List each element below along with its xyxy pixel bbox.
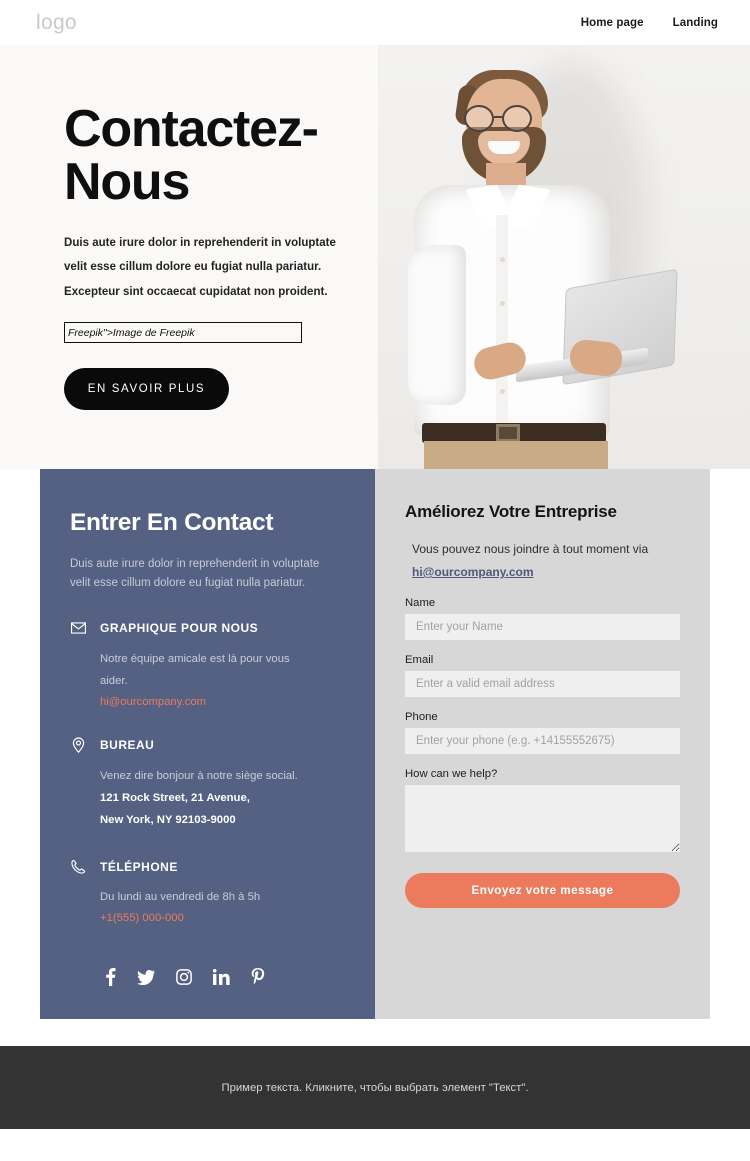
contact-block-header: BUREAU <box>70 737 342 754</box>
send-message-button[interactable]: Envoyez votre message <box>405 873 680 908</box>
field-message: How can we help? <box>405 768 680 857</box>
contact-block-body: Venez dire bonjour à notre siège social.… <box>100 765 342 831</box>
pinterest-icon[interactable] <box>251 968 265 986</box>
phone-input[interactable] <box>405 728 680 754</box>
footer-spacer <box>0 1019 750 1046</box>
hero-description: Duis aute irure dolor in reprehenderit i… <box>64 231 400 304</box>
form-title: Améliorez Votre Entreprise <box>405 502 617 521</box>
site-header: logo Home page Landing <box>0 0 750 45</box>
contact-text-line: Du lundi au vendredi de 8h à 5h <box>100 891 261 904</box>
nav-item-landing[interactable]: Landing <box>673 17 718 29</box>
form-intro-text: Vous pouvez nous joindre à tout moment v… <box>412 542 649 556</box>
page-root: logo Home page Landing Contactez-Nous Du… <box>0 0 750 1161</box>
field-email-label: Email <box>405 654 434 666</box>
contact-block-body: Notre équipe amicale est là pour vous ai… <box>100 648 342 710</box>
field-phone-label: Phone <box>405 711 438 723</box>
learn-more-button[interactable]: EN SAVOIR PLUS <box>64 368 229 411</box>
twitter-icon[interactable] <box>137 969 155 985</box>
image-credit-text: Freepik">Image de Freepik <box>68 326 195 339</box>
linkedin-icon[interactable] <box>213 969 230 985</box>
footer-text[interactable]: Пример текста. Кликните, чтобы выбрать э… <box>221 1082 528 1094</box>
contact-block-phone: TÉLÉPHONE Du lundi au vendredi de 8h à 5… <box>70 858 342 926</box>
contact-phone-link[interactable]: +1(555) 000-000 <box>100 912 184 924</box>
contact-text-line: Notre équipe amicale est là pour vous <box>100 652 290 665</box>
main-navigation: Home page Landing <box>581 17 718 29</box>
contact-form-panel: Améliorez Votre Entreprise Vous pouvez n… <box>375 469 710 1019</box>
hero-content: Contactez-Nous Duis aute irure dolor in … <box>0 45 400 411</box>
contact-block-title: GRAPHIQUE POUR NOUS <box>100 621 259 636</box>
contact-block-title: BUREAU <box>100 738 155 753</box>
envelope-icon <box>70 620 87 637</box>
instagram-icon[interactable] <box>176 969 192 985</box>
contact-info-title: Entrer En Contact <box>70 509 274 536</box>
contact-block-email: GRAPHIQUE POUR NOUS Notre équipe amicale… <box>70 620 342 710</box>
page-title: Contactez-Nous <box>64 100 319 212</box>
hero-paragraph-3: Excepteur sint occaecat cupidatat non pr… <box>64 285 328 298</box>
nav-item-home-page[interactable]: Home page <box>581 17 644 29</box>
message-textarea[interactable] <box>405 785 680 852</box>
contact-address-line-2: New York, NY 92103-9000 <box>100 814 236 826</box>
site-footer: Пример текста. Кликните, чтобы выбрать э… <box>0 1046 750 1129</box>
contact-text-line: Venez dire bonjour à notre siège social. <box>100 769 298 782</box>
field-email: Email <box>405 654 680 697</box>
field-name: Name <box>405 597 680 640</box>
contact-block-header: TÉLÉPHONE <box>70 858 342 875</box>
contact-block-body: Du lundi au vendredi de 8h à 5h +1(555) … <box>100 886 342 926</box>
field-name-label: Name <box>405 597 436 609</box>
hero-paragraph-2: velit esse cillum dolore eu fugiat nulla… <box>64 261 322 274</box>
contact-block-header: GRAPHIQUE POUR NOUS <box>70 620 342 637</box>
map-pin-icon <box>70 737 87 754</box>
contact-block-office: BUREAU Venez dire bonjour à notre siège … <box>70 737 342 831</box>
hero-image-businessman <box>378 45 750 469</box>
phone-icon <box>70 858 87 875</box>
contact-text-line: aider. <box>100 674 128 687</box>
contact-email-link[interactable]: hi@ourcompany.com <box>100 696 206 708</box>
social-links <box>105 968 265 986</box>
email-input[interactable] <box>405 671 680 697</box>
field-phone: Phone <box>405 711 680 754</box>
facebook-icon[interactable] <box>105 968 116 986</box>
contact-address-line-1: 121 Rock Street, 21 Avenue, <box>100 791 250 804</box>
form-intro: Vous pouvez nous joindre à tout moment v… <box>412 539 680 583</box>
contact-info-panel: Entrer En Contact Duis aute irure dolor … <box>40 469 375 1019</box>
hero-section: Contactez-Nous Duis aute irure dolor in … <box>0 45 750 469</box>
contact-block-title: TÉLÉPHONE <box>100 859 178 874</box>
field-message-label: How can we help? <box>405 768 498 780</box>
form-intro-email-link[interactable]: hi@ourcompany.com <box>412 562 534 583</box>
contact-section: Entrer En Contact Duis aute irure dolor … <box>40 469 710 1019</box>
hero-paragraph-1: Duis aute irure dolor in reprehenderit i… <box>64 237 336 250</box>
image-credit-box[interactable]: Freepik">Image de Freepik <box>64 322 302 344</box>
name-input[interactable] <box>405 614 680 640</box>
contact-info-subtitle: Duis aute irure dolor in reprehenderit i… <box>70 558 320 589</box>
site-logo[interactable]: logo <box>36 11 77 35</box>
